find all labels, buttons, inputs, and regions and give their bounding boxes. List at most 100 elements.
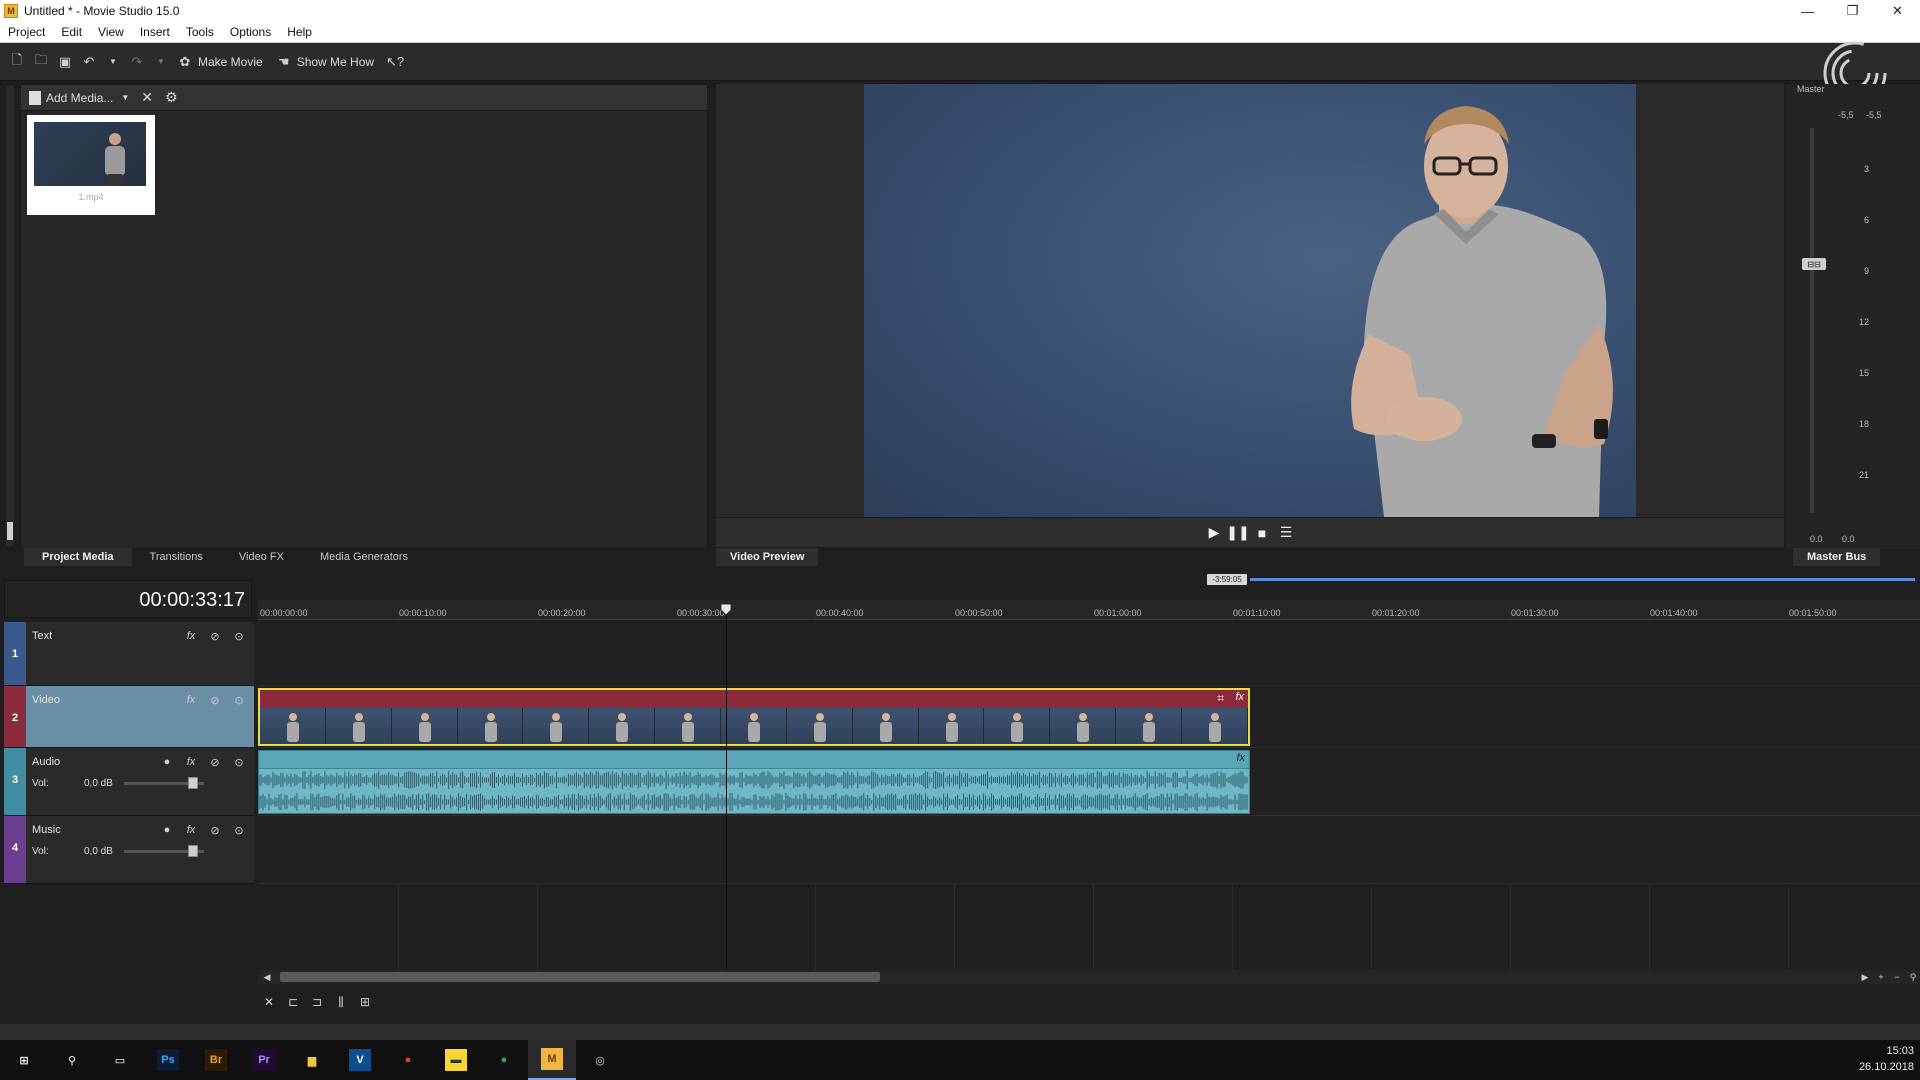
menu-project[interactable]: Project [0, 25, 53, 39]
taskbar-capture-icon[interactable]: ◎ [576, 1040, 624, 1080]
track-lane-music[interactable] [258, 816, 1920, 884]
auto-ripple-icon[interactable]: ⊞ [354, 992, 376, 1012]
master-fader-track[interactable] [1810, 128, 1814, 513]
taskbar-premiere-icon[interactable]: Pr [240, 1040, 288, 1080]
volume-slider-handle[interactable] [188, 845, 198, 857]
track-fx-icon[interactable]: fx [182, 628, 200, 644]
crop-icon[interactable]: ⌗ [1217, 691, 1224, 706]
video-clip-header[interactable]: ⌗ fx [260, 690, 1248, 708]
taskbar-chrome-icon[interactable]: ● [384, 1040, 432, 1080]
zoom-in-icon[interactable]: + [1874, 970, 1888, 984]
track-mute-icon[interactable]: ⊘ [206, 754, 224, 770]
taskbar-vegas-icon[interactable]: V [336, 1040, 384, 1080]
open-folder-icon[interactable]: 🗀 [32, 52, 50, 71]
menu-icon[interactable]: ☰ [1275, 522, 1297, 544]
remove-media-icon[interactable]: ✕ [141, 89, 153, 106]
master-fader-handle[interactable]: ⊟⊟ [1802, 258, 1826, 270]
playhead-marker-icon[interactable] [720, 604, 732, 616]
taskbar-sticky-notes-icon[interactable]: ▬ [432, 1040, 480, 1080]
taskbar-search-icon[interactable]: ⚲ [48, 1040, 96, 1080]
volume-slider-handle[interactable] [188, 777, 198, 789]
audio-clip[interactable]: fx [258, 750, 1250, 814]
trim-end-icon[interactable]: ⊐ [306, 992, 328, 1012]
track-lane-text[interactable] [258, 622, 1920, 686]
redo-dropdown-icon[interactable]: ▼ [152, 53, 170, 71]
gear-icon[interactable]: ⚙ [165, 89, 178, 106]
menu-options[interactable]: Options [222, 25, 279, 39]
menu-view[interactable]: View [90, 25, 132, 39]
pause-icon[interactable]: ❚❚ [1226, 522, 1249, 544]
taskbar-task-view-icon[interactable]: ▭ [96, 1040, 144, 1080]
clip-fx-icon[interactable]: fx [1235, 691, 1244, 703]
trim-start-icon[interactable]: ⊏ [282, 992, 304, 1012]
timeline-ruler[interactable]: 00:00:00:00 00:00:10:00 00:00:20:00 00:0… [258, 600, 1920, 620]
scroll-thumb[interactable] [280, 972, 880, 982]
track-header-text[interactable]: 1 Text fx ⊘ ⊙ [4, 622, 254, 686]
taskbar-chrome-2-icon[interactable]: ● [480, 1040, 528, 1080]
undo-icon[interactable]: ↶ [80, 53, 98, 71]
close-button[interactable]: ✕ [1875, 0, 1920, 22]
playhead-line[interactable] [726, 607, 727, 970]
track-mute-icon[interactable]: ⊘ [206, 628, 224, 644]
track-solo-icon[interactable]: ⊙ [230, 692, 248, 708]
taskbar-explorer-icon[interactable]: ▆ [288, 1040, 336, 1080]
tab-master-bus[interactable]: Master Bus [1793, 548, 1881, 566]
play-icon[interactable]: ▶ [1203, 522, 1225, 544]
track-solo-icon[interactable]: ⊙ [230, 628, 248, 644]
scroll-thumb[interactable] [7, 522, 13, 540]
add-media-button[interactable]: Add Media... ▼ [29, 90, 129, 105]
timeline-horizontal-scrollbar[interactable]: ◀ ▶ + − ⚲ [258, 970, 1920, 984]
scroll-left-icon[interactable]: ◀ [260, 970, 274, 984]
make-movie-button[interactable]: ✿ Make Movie [176, 53, 263, 71]
taskbar-start-icon[interactable]: ⊞ [0, 1040, 48, 1080]
track-solo-icon[interactable]: ⊙ [230, 754, 248, 770]
whats-this-help-icon[interactable]: ↖? [386, 53, 404, 71]
zoom-icon[interactable]: ⚲ [1906, 970, 1920, 984]
media-thumbnail-image [34, 122, 146, 186]
show-me-how-button[interactable]: ☚ Show Me How [275, 53, 374, 71]
maximize-button[interactable]: ❐ [1830, 0, 1875, 22]
track-header-music[interactable]: 4 Music ● fx ⊘ ⊙ Vol: 0,0 dB [4, 816, 254, 884]
track-fx-icon[interactable]: fx [182, 692, 200, 708]
menu-help[interactable]: Help [279, 25, 320, 39]
redo-icon[interactable]: ↷ [128, 53, 146, 71]
chevron-down-icon[interactable]: ▼ [121, 93, 129, 102]
audio-clip-header[interactable]: fx [259, 751, 1249, 769]
loop-region-bar[interactable] [1250, 578, 1915, 581]
track-mute-icon[interactable]: ⊘ [206, 822, 224, 838]
track-fx-icon[interactable]: fx [182, 822, 200, 838]
menu-edit[interactable]: Edit [53, 25, 90, 39]
taskbar-movie-studio-icon[interactable]: M [528, 1040, 576, 1080]
tab-project-media[interactable]: Project Media [24, 548, 132, 566]
save-icon[interactable]: ▣ [56, 53, 74, 71]
track-arm-icon[interactable]: ● [158, 754, 176, 770]
left-panel-scrollbar[interactable] [6, 86, 14, 546]
track-fx-icon[interactable]: fx [182, 754, 200, 770]
tab-video-fx[interactable]: Video FX [221, 548, 302, 566]
menu-insert[interactable]: Insert [132, 25, 178, 39]
new-file-icon[interactable]: 🗋 [8, 52, 26, 71]
taskbar-bridge-icon[interactable]: Br [192, 1040, 240, 1080]
zoom-out-icon[interactable]: − [1890, 970, 1904, 984]
video-clip[interactable]: ⌗ fx [258, 688, 1250, 746]
track-header-video[interactable]: 2 Video fx ⊘ ⊙ [4, 686, 254, 748]
vegas-icon: V [349, 1049, 371, 1071]
delete-icon[interactable]: ✕ [258, 992, 280, 1012]
track-header-audio[interactable]: 3 Audio ● fx ⊘ ⊙ Vol: 0,0 dB [4, 748, 254, 816]
track-solo-icon[interactable]: ⊙ [230, 822, 248, 838]
media-item-thumbnail[interactable]: 1.mp4 [27, 115, 155, 215]
system-tray-clock[interactable]: 15:03 26.10.2018 [1859, 1043, 1914, 1075]
taskbar-photoshop-icon[interactable]: Ps [144, 1040, 192, 1080]
scroll-right-icon[interactable]: ▶ [1858, 970, 1872, 984]
menu-tools[interactable]: Tools [178, 25, 222, 39]
track-mute-icon[interactable]: ⊘ [206, 692, 224, 708]
undo-dropdown-icon[interactable]: ▼ [104, 53, 122, 71]
tab-video-preview[interactable]: Video Preview [716, 548, 819, 566]
track-arm-icon[interactable]: ● [158, 822, 176, 838]
stop-icon[interactable]: ■ [1251, 522, 1273, 544]
clip-fx-icon[interactable]: fx [1236, 752, 1245, 764]
minimize-button[interactable]: — [1785, 0, 1830, 22]
tab-transitions[interactable]: Transitions [132, 548, 221, 566]
split-icon[interactable]: ⫼ [330, 992, 352, 1012]
tab-media-generators[interactable]: Media Generators [302, 548, 426, 566]
